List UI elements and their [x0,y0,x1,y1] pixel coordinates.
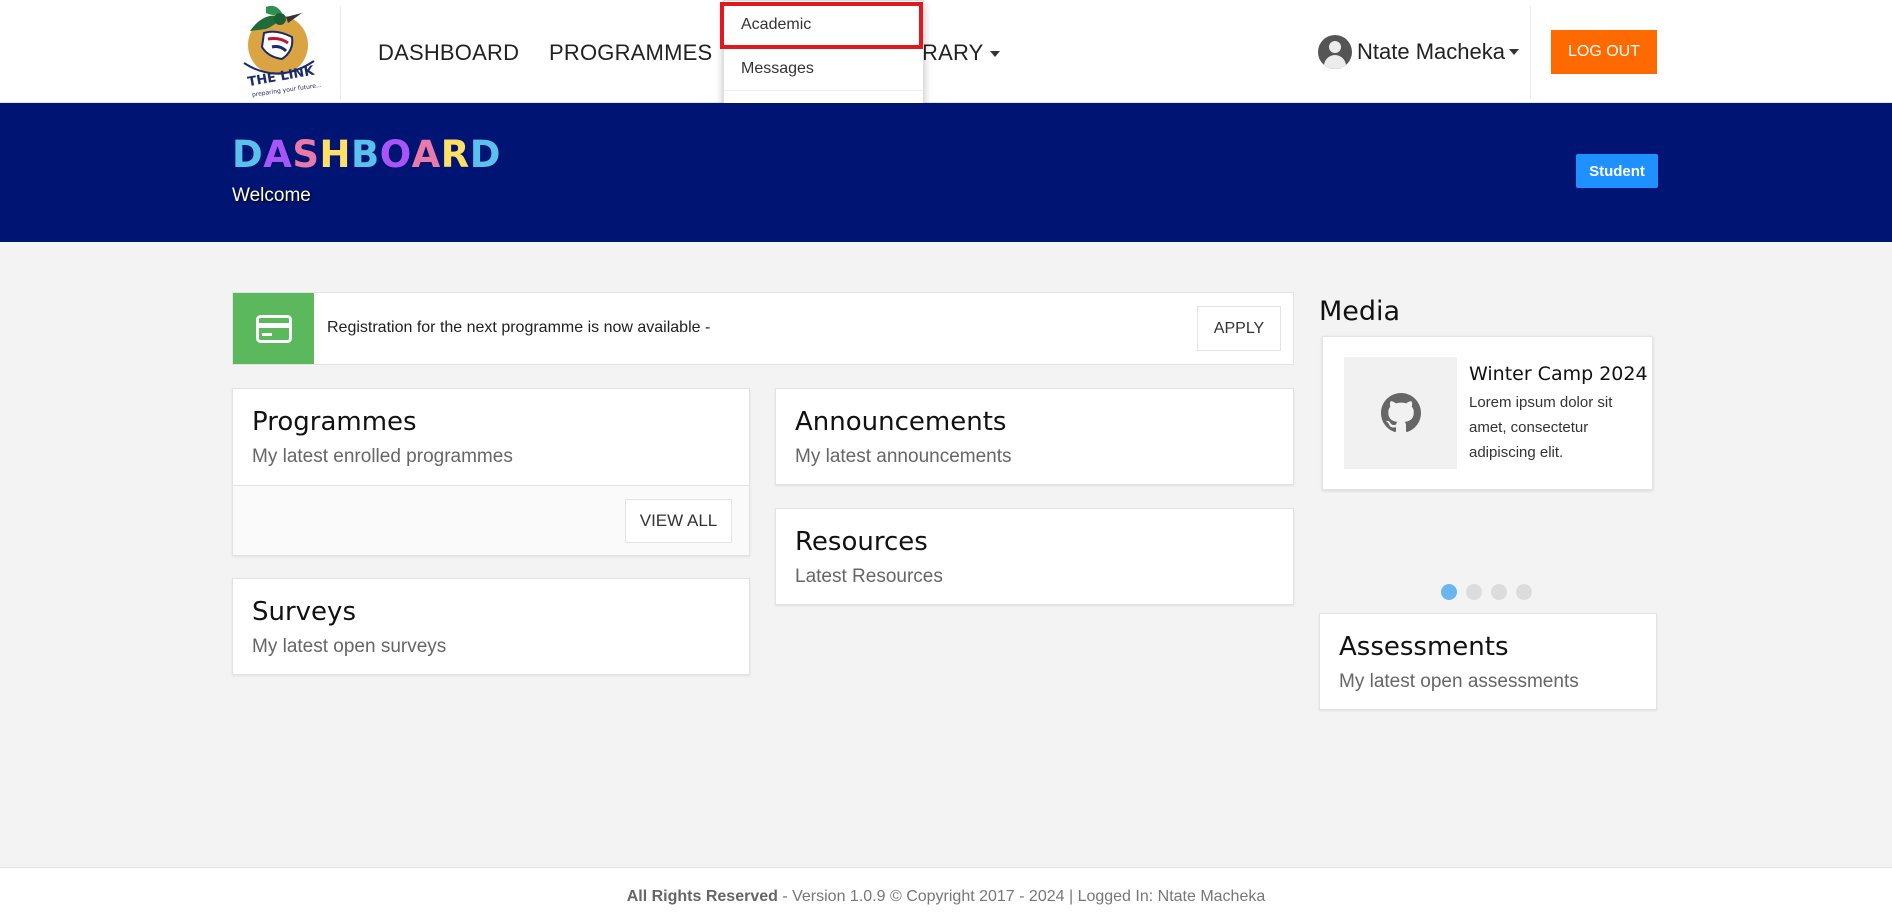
highlight-box [720,2,923,49]
card-title: Announcements [795,407,1007,437]
card-title: Assessments [1339,632,1509,662]
card-subtitle: My latest open assessments [1339,671,1579,692]
welcome-text: Welcome [232,185,311,206]
page-title-letter: A [411,133,441,176]
card-title: Resources [795,527,928,557]
registration-alert: Registration for the next programme is n… [232,292,1294,365]
surveys-card: Surveys My latest open surveys [232,578,750,675]
dropdown-item-messages[interactable]: Messages [724,47,923,91]
user-menu[interactable]: Ntate Macheka [1318,35,1519,69]
chevron-down-icon [989,51,1000,58]
page-title-letter: D [469,133,502,176]
card-title: Surveys [252,597,356,627]
programmes-card: Programmes My latest enrolled programmes… [232,388,750,556]
footer-text: All Rights Reserved - Version 1.0.9 © Co… [0,888,1892,906]
avatar [1318,35,1352,69]
media-heading: Media [1319,296,1401,327]
logout-button[interactable]: LOG OUT [1551,30,1657,74]
chevron-down-icon [1508,49,1519,55]
carousel-dot[interactable] [1491,584,1507,600]
page-title: DASHBOARD [232,133,501,176]
carousel-dot[interactable] [1441,584,1457,600]
footer-version: - Version 1.0.9 © Copyright 2017 - 2024 … [777,888,1266,905]
page-footer: All Rights Reserved - Version 1.0.9 © Co… [0,867,1892,921]
role-badge: Student [1576,154,1658,188]
nav-dashboard[interactable]: DASHBOARD [378,40,519,66]
carousel-dot[interactable] [1516,584,1532,600]
github-icon [1344,357,1457,469]
page-title-letter: B [350,133,380,176]
card-subtitle: My latest open surveys [252,636,447,657]
top-navbar: THE LINK preparing your future... DASHBO… [0,0,1892,103]
card-subtitle: My latest enrolled programmes [252,446,513,467]
page-title-letter: S [292,133,320,176]
nav-library-label: RARY [922,40,984,65]
credit-card-icon [233,293,314,364]
apply-button[interactable]: APPLY [1197,306,1281,351]
page-title-letter: A [263,133,293,176]
media-description: Lorem ipsum dolor sit amet, consectetur … [1469,394,1613,461]
card-subtitle: My latest announcements [795,446,1012,467]
page-title-letter: O [379,133,412,176]
nav-divider [1530,6,1531,99]
page-title-letter: H [319,133,351,176]
footer-rights: All Rights Reserved [626,888,778,905]
card-footer: VIEW ALL [233,485,749,555]
nav-programmes[interactable]: PROGRAMMES [549,40,712,66]
user-name: Ntate Macheka [1357,39,1505,64]
page-title-letter: D [232,133,264,176]
card-subtitle: Latest Resources [795,566,943,587]
carousel-dots [1441,584,1541,600]
media-title: Winter Camp 2024 [1469,363,1648,385]
resources-card: Resources Latest Resources [775,508,1294,605]
media-slide[interactable]: Winter Camp 2024 Lorem ipsum dolor sit a… [1322,336,1653,490]
nav-divider [340,6,341,99]
card-title: Programmes [252,407,417,437]
view-all-button[interactable]: VIEW ALL [625,499,732,543]
carousel-dot[interactable] [1466,584,1482,600]
page-title-letter: R [440,133,470,176]
nav-library-dropdown[interactable]: RARY [922,40,1000,66]
announcements-card: Announcements My latest announcements [775,388,1294,485]
assessments-card: Assessments My latest open assessments [1319,613,1657,710]
registration-message: Registration for the next programme is n… [327,319,711,336]
the-link-logo[interactable]: THE LINK preparing your future... [236,3,322,99]
